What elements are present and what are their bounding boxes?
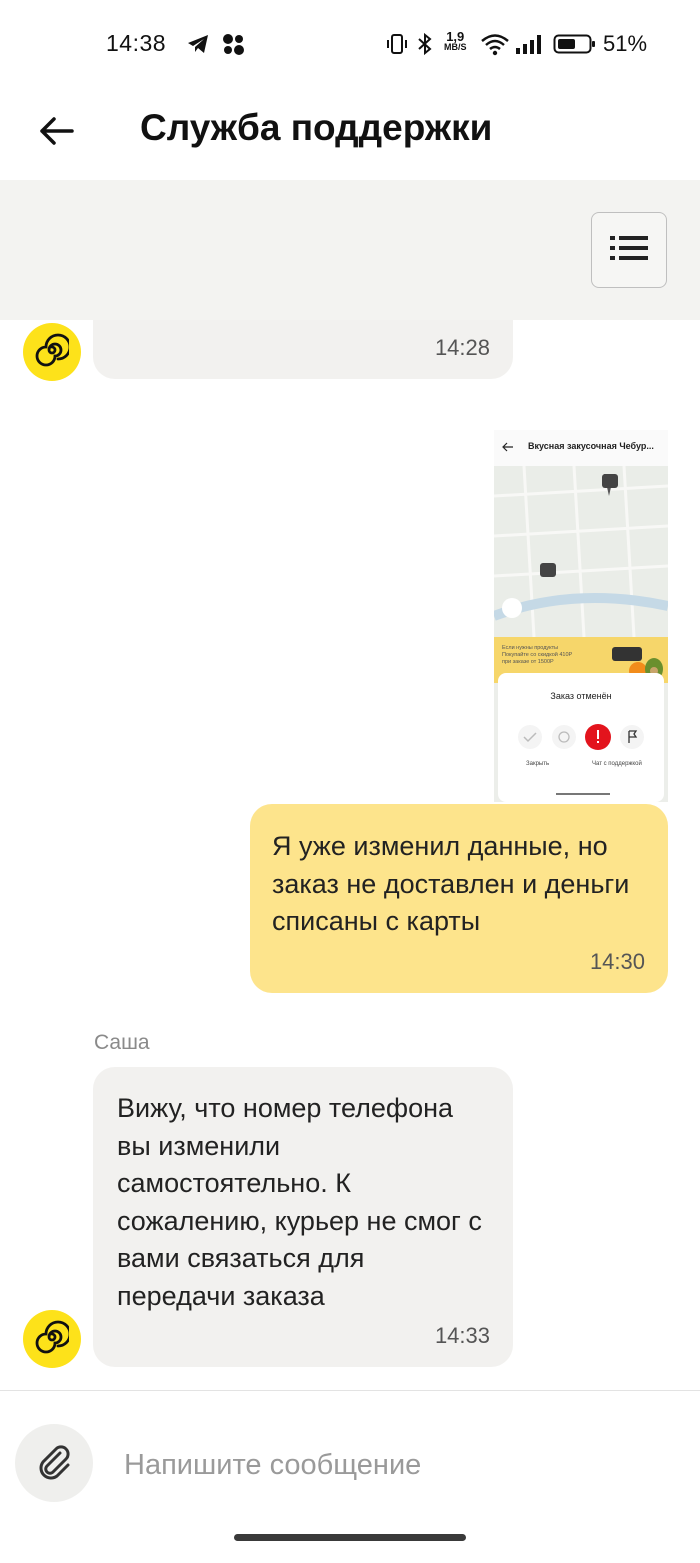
- battery-icon: [553, 32, 597, 61]
- message-bubble-incoming: Вижу, что номер телефона вы изменили сам…: [93, 1067, 513, 1367]
- app-dots-icon: [220, 32, 246, 61]
- order-status-sheet: Заказ отменён Закрыть Чат с поддержкой: [498, 673, 664, 802]
- attachment-title: Вкусная закусочная Чебур...: [528, 441, 654, 451]
- message-composer: [0, 1390, 700, 1563]
- support-avatar: [23, 1310, 81, 1368]
- signal-icon: [515, 32, 545, 61]
- spiral-logo-icon: [35, 333, 72, 372]
- chat-messages[interactable]: · 14:28 Вкусная закусочная Чебур... Если…: [0, 320, 700, 1390]
- paperclip-icon: [34, 1441, 74, 1486]
- network-speed-value: 1,9: [446, 29, 465, 44]
- close-order-label: Закрыть: [526, 761, 550, 767]
- attachment-home-indicator: [556, 793, 610, 795]
- network-speed-unit: MB/S: [444, 42, 467, 52]
- status-bar: 14:38 1,9 MB/S 51%: [0, 0, 700, 90]
- sender-name: Саша: [94, 1031, 150, 1054]
- vibrate-icon: [385, 32, 409, 61]
- promo-banner-text: Если нужны продукты Покупайте со скидкой…: [502, 645, 573, 665]
- message-bubble-incoming: · 14:28: [93, 320, 513, 379]
- message-text: Я уже изменил данные, но заказ не достав…: [272, 831, 630, 936]
- map-icon: [494, 466, 668, 637]
- battery-percent: 51%: [603, 31, 648, 56]
- spiral-logo-icon: [35, 1320, 72, 1359]
- list-menu-icon: [610, 234, 648, 267]
- screenshot-attachment[interactable]: Вкусная закусочная Чебур... Если нужны п…: [494, 430, 668, 802]
- status-time: 14:38: [106, 30, 167, 56]
- message-time: 14:30: [589, 949, 645, 974]
- wifi-icon: [480, 32, 510, 61]
- message-input[interactable]: [124, 1443, 664, 1487]
- telegram-icon: [186, 32, 210, 61]
- attach-button[interactable]: [15, 1424, 93, 1502]
- message-bubble-outgoing: Я уже изменил данные, но заказ не достав…: [250, 804, 668, 993]
- menu-button[interactable]: [591, 212, 667, 288]
- message-time: 14:33: [434, 1323, 490, 1348]
- attachment-header: Вкусная закусочная Чебур...: [494, 430, 668, 466]
- back-button[interactable]: [30, 107, 82, 159]
- bluetooth-icon: [416, 32, 434, 61]
- message-time: 14:28: [434, 335, 490, 360]
- message-text: Вижу, что номер телефона вы изменили сам…: [117, 1093, 482, 1311]
- chat-support-label: Чат с поддержкой: [592, 761, 642, 767]
- network-speed: 1,9 MB/S: [444, 29, 467, 53]
- support-avatar: [23, 323, 81, 381]
- arrow-left-icon: [38, 116, 74, 151]
- page-title: Служба поддержки: [140, 107, 493, 148]
- app-header: Служба поддержки: [0, 90, 700, 180]
- chat-toolbar: [0, 180, 700, 320]
- home-indicator[interactable]: [234, 1534, 466, 1541]
- order-status-text: Заказ отменён: [550, 691, 612, 701]
